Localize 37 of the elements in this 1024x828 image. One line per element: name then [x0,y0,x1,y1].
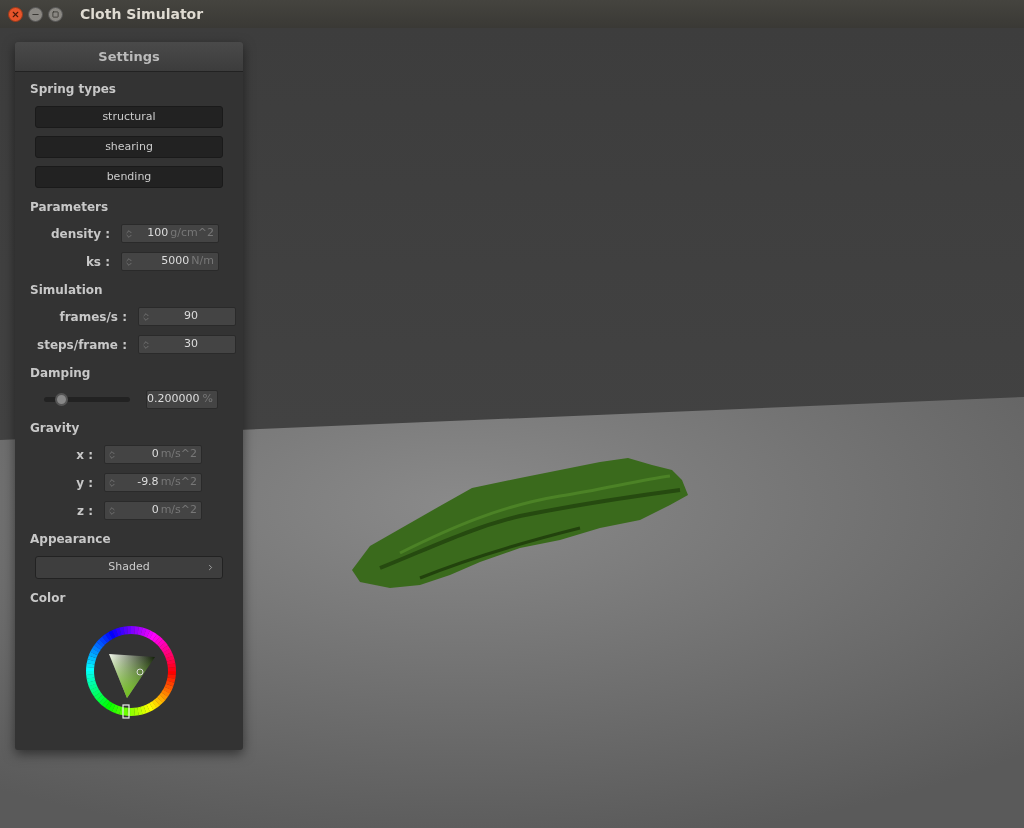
spinner-icon [107,477,117,488]
slider-thumb[interactable] [55,393,69,406]
close-button[interactable] [8,6,23,22]
number-field[interactable]: 90 [138,307,236,326]
appearance-dropdown[interactable]: Shaded [35,556,223,579]
spinner-icon [141,339,151,350]
maximize-icon [52,10,59,18]
chevron-right-icon [206,563,215,572]
spinner-icon [107,505,117,516]
close-icon [11,9,20,19]
section-heading: Gravity [29,420,81,437]
field-label: y : [75,474,93,492]
section-heading: Appearance [29,531,112,548]
spinner-icon [141,311,151,322]
section-heading: Spring types [29,81,117,98]
field-label: steps/frame : [36,336,127,354]
number-field[interactable]: 30 [138,335,236,354]
field-label: density : [49,225,110,243]
spinner-icon [107,449,117,460]
maximize-button[interactable] [48,6,63,22]
damping-value-field[interactable]: 0.200000 % [146,390,218,409]
spinner-icon [124,256,134,267]
panel-title: Settings [98,47,160,66]
field-label: frames/s : [58,308,127,326]
spring-type-button[interactable]: bending [35,166,223,188]
minimize-button[interactable] [28,6,43,22]
section-heading: Damping [29,365,92,382]
section-heading: Parameters [29,199,110,216]
spring-type-button[interactable]: structural [35,106,223,128]
field-label: ks : [84,253,110,271]
section-heading: Simulation [29,282,104,299]
field-label: x : [75,446,93,464]
window-title: Cloth Simulator [80,4,204,24]
spinner-icon [124,228,134,239]
field-label: z : [76,502,93,520]
spring-type-button[interactable]: shearing [35,136,223,158]
section-heading: Color [29,590,67,607]
